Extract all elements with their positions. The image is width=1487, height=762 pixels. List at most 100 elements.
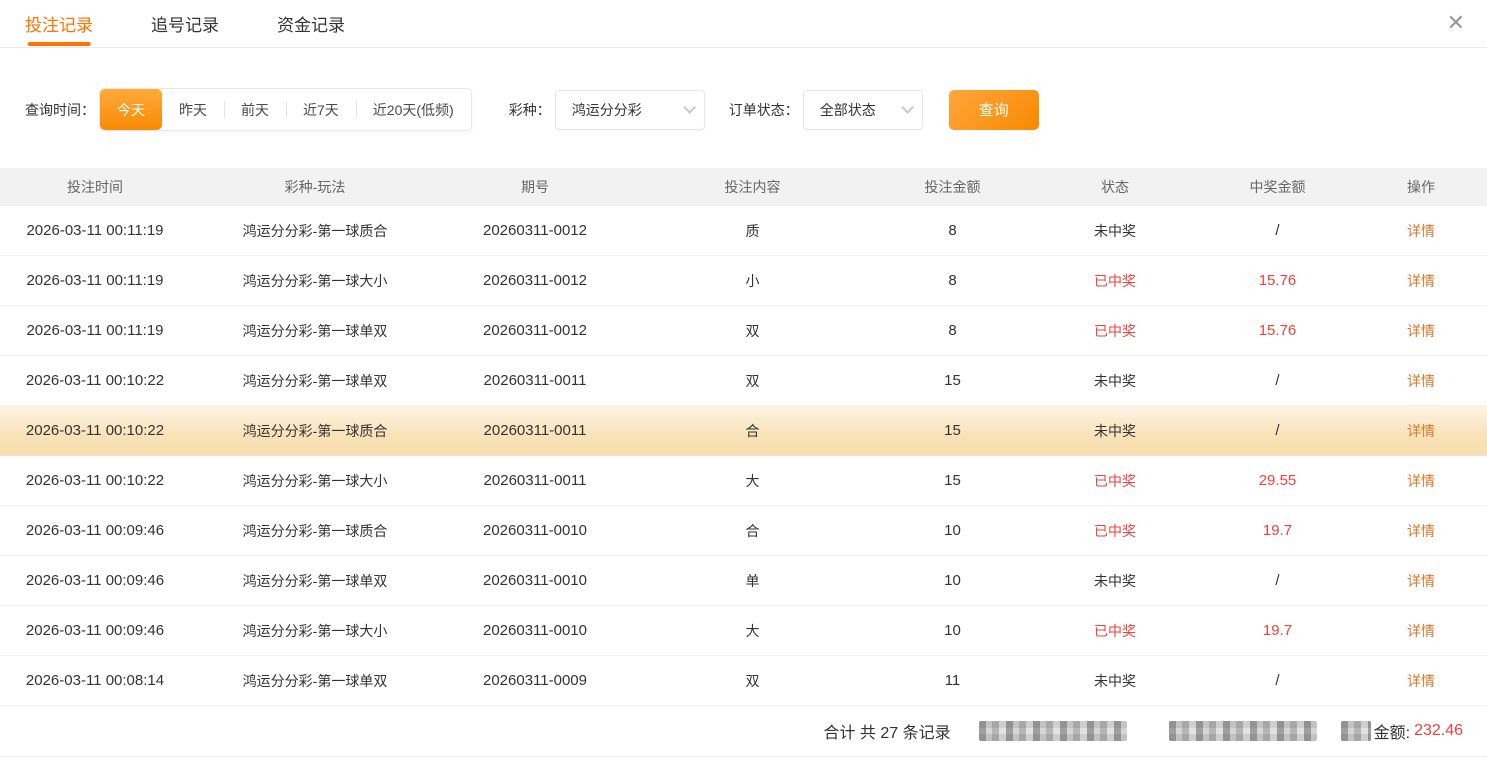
time-option-前天[interactable]: 前天 <box>224 89 286 130</box>
redacted-label-fragment <box>1341 721 1371 741</box>
tab-追号记录[interactable]: 追号记录 <box>151 0 219 48</box>
time-option-昨天[interactable]: 昨天 <box>162 89 224 130</box>
cell-issue-number: 20260311-0011 <box>440 422 630 439</box>
cell-bet-time: 2026-03-11 00:10:22 <box>0 372 190 389</box>
time-option-近7天[interactable]: 近7天 <box>286 89 356 130</box>
cell-bet-time: 2026-03-11 00:11:19 <box>0 322 190 339</box>
cell-issue-number: 20260311-0009 <box>440 672 630 689</box>
cell-action: 详情 <box>1355 371 1487 391</box>
tab-投注记录[interactable]: 投注记录 <box>25 0 93 48</box>
cell-game-type: 鸿运分分彩-第一球单双 <box>190 371 440 391</box>
cell-prize-amount: / <box>1200 222 1355 239</box>
cell-bet-amount: 10 <box>875 522 1030 539</box>
prize-total-label: 金额: <box>1374 719 1410 743</box>
cell-bet-time: 2026-03-11 00:11:19 <box>0 222 190 239</box>
table-row: 2026-03-11 00:09:46鸿运分分彩-第一球大小20260311-0… <box>0 606 1487 656</box>
detail-link[interactable]: 详情 <box>1407 623 1435 639</box>
detail-link[interactable]: 详情 <box>1407 373 1435 389</box>
time-range-group: 今天昨天前天近7天近20天(低频) <box>99 88 472 131</box>
cell-game-type: 鸿运分分彩-第一球大小 <box>190 471 440 491</box>
table-body: 2026-03-11 00:11:19鸿运分分彩-第一球质合20260311-0… <box>0 206 1487 706</box>
order-status-value: 全部状态 <box>820 100 876 120</box>
cell-game-type: 鸿运分分彩-第一球大小 <box>190 271 440 291</box>
cell-prize-amount: 29.55 <box>1200 472 1355 489</box>
cell-bet-time: 2026-03-11 00:09:46 <box>0 522 190 539</box>
cell-prize-amount: 15.76 <box>1200 322 1355 339</box>
table-row: 2026-03-11 00:10:22鸿运分分彩-第一球质合20260311-0… <box>0 406 1487 456</box>
time-option-今天[interactable]: 今天 <box>100 89 162 130</box>
bet-records-table: 投注时间彩种-玩法期号投注内容投注金额状态中奖金额操作 2026-03-11 0… <box>0 168 1487 757</box>
cell-bet-content: 双 <box>630 671 875 691</box>
detail-link[interactable]: 详情 <box>1407 423 1435 439</box>
tab-资金记录[interactable]: 资金记录 <box>277 0 345 48</box>
table-row: 2026-03-11 00:11:19鸿运分分彩-第一球单双20260311-0… <box>0 306 1487 356</box>
filter-row: 查询时间： 今天昨天前天近7天近20天(低频) 彩种： 鸿运分分彩 订单状态： … <box>25 88 1487 131</box>
order-status-label: 订单状态： <box>729 100 799 120</box>
detail-link[interactable]: 详情 <box>1407 573 1435 589</box>
table-row: 2026-03-11 00:10:22鸿运分分彩-第一球单双20260311-0… <box>0 356 1487 406</box>
search-button[interactable]: 查询 <box>949 90 1039 130</box>
cell-action: 详情 <box>1355 521 1487 541</box>
time-option-近20天(低频)[interactable]: 近20天(低频) <box>356 89 471 130</box>
column-header-彩种-玩法: 彩种-玩法 <box>190 177 440 197</box>
column-header-投注时间: 投注时间 <box>0 177 190 197</box>
cell-status: 已中奖 <box>1030 621 1200 641</box>
lottery-select[interactable]: 鸿运分分彩 <box>555 90 705 130</box>
cell-action: 详情 <box>1355 571 1487 591</box>
cell-bet-time: 2026-03-11 00:09:46 <box>0 622 190 639</box>
detail-link[interactable]: 详情 <box>1407 473 1435 489</box>
cell-status: 未中奖 <box>1030 671 1200 691</box>
cell-prize-amount: / <box>1200 672 1355 689</box>
detail-link[interactable]: 详情 <box>1407 273 1435 289</box>
cell-bet-amount: 10 <box>875 572 1030 589</box>
cell-issue-number: 20260311-0011 <box>440 472 630 489</box>
lottery-select-value: 鸿运分分彩 <box>572 100 642 120</box>
cell-prize-amount: / <box>1200 422 1355 439</box>
cell-bet-amount: 10 <box>875 622 1030 639</box>
cell-action: 详情 <box>1355 471 1487 491</box>
column-header-中奖金额: 中奖金额 <box>1200 177 1355 197</box>
cell-bet-time: 2026-03-11 00:10:22 <box>0 422 190 439</box>
cell-issue-number: 20260311-0010 <box>440 522 630 539</box>
cell-bet-content: 双 <box>630 321 875 341</box>
detail-link[interactable]: 详情 <box>1407 223 1435 239</box>
cell-status: 未中奖 <box>1030 371 1200 391</box>
cell-prize-amount: 19.7 <box>1200 622 1355 639</box>
column-header-投注金额: 投注金额 <box>875 177 1030 197</box>
cell-action: 详情 <box>1355 221 1487 241</box>
table-row: 2026-03-11 00:11:19鸿运分分彩-第一球大小20260311-0… <box>0 256 1487 306</box>
cell-bet-time: 2026-03-11 00:10:22 <box>0 472 190 489</box>
cell-status: 已中奖 <box>1030 521 1200 541</box>
table-row: 2026-03-11 00:08:14鸿运分分彩-第一球单双20260311-0… <box>0 656 1487 706</box>
column-header-操作: 操作 <box>1355 177 1487 197</box>
cell-issue-number: 20260311-0010 <box>440 622 630 639</box>
cell-issue-number: 20260311-0012 <box>440 222 630 239</box>
cell-game-type: 鸿运分分彩-第一球单双 <box>190 321 440 341</box>
cell-status: 未中奖 <box>1030 571 1200 591</box>
cell-status: 未中奖 <box>1030 421 1200 441</box>
cell-bet-amount: 15 <box>875 372 1030 389</box>
table-header-row: 投注时间彩种-玩法期号投注内容投注金额状态中奖金额操作 <box>0 168 1487 206</box>
order-status-select[interactable]: 全部状态 <box>803 90 923 130</box>
cell-action: 详情 <box>1355 621 1487 641</box>
cell-prize-amount: / <box>1200 572 1355 589</box>
detail-link[interactable]: 详情 <box>1407 673 1435 689</box>
column-header-状态: 状态 <box>1030 177 1200 197</box>
cell-bet-amount: 15 <box>875 472 1030 489</box>
cell-issue-number: 20260311-0012 <box>440 322 630 339</box>
cell-game-type: 鸿运分分彩-第一球质合 <box>190 421 440 441</box>
cell-status: 未中奖 <box>1030 221 1200 241</box>
cell-prize-amount: / <box>1200 372 1355 389</box>
chevron-down-icon <box>901 101 914 114</box>
cell-issue-number: 20260311-0011 <box>440 372 630 389</box>
detail-link[interactable]: 详情 <box>1407 523 1435 539</box>
lottery-filter-label: 彩种： <box>509 100 551 120</box>
column-header-期号: 期号 <box>440 177 630 197</box>
detail-link[interactable]: 详情 <box>1407 323 1435 339</box>
column-header-投注内容: 投注内容 <box>630 177 875 197</box>
close-icon[interactable]: ✕ <box>1443 8 1469 38</box>
table-row: 2026-03-11 00:11:19鸿运分分彩-第一球质合20260311-0… <box>0 206 1487 256</box>
cell-action: 详情 <box>1355 271 1487 291</box>
cell-bet-content: 大 <box>630 621 875 641</box>
cell-game-type: 鸿运分分彩-第一球质合 <box>190 221 440 241</box>
